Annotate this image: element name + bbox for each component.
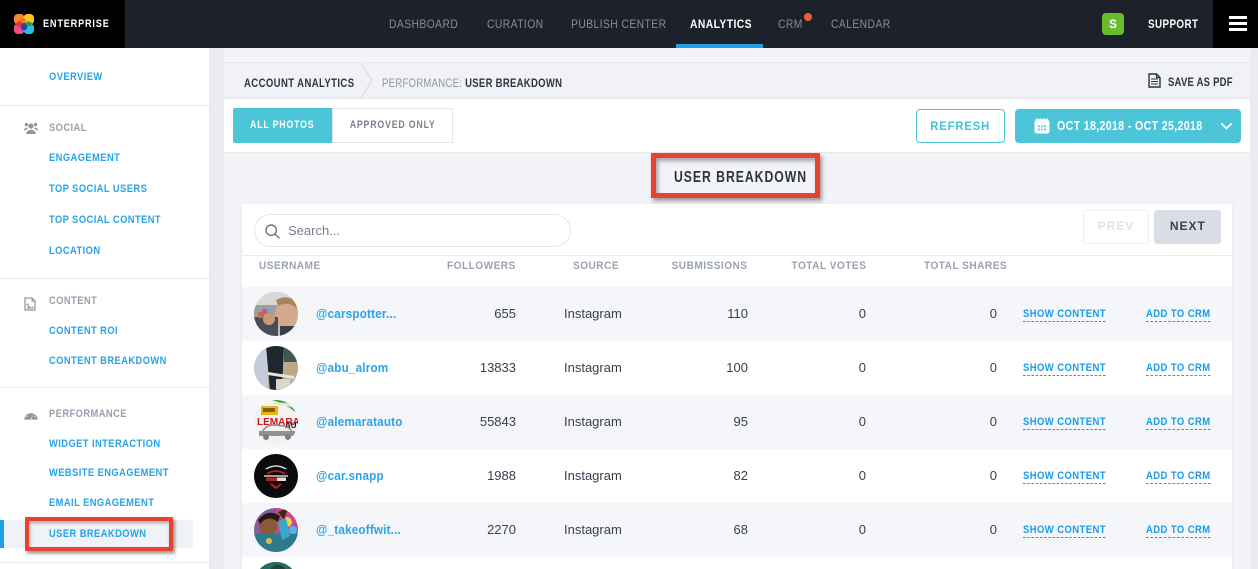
svg-text:AUT: AUT [285,421,298,430]
